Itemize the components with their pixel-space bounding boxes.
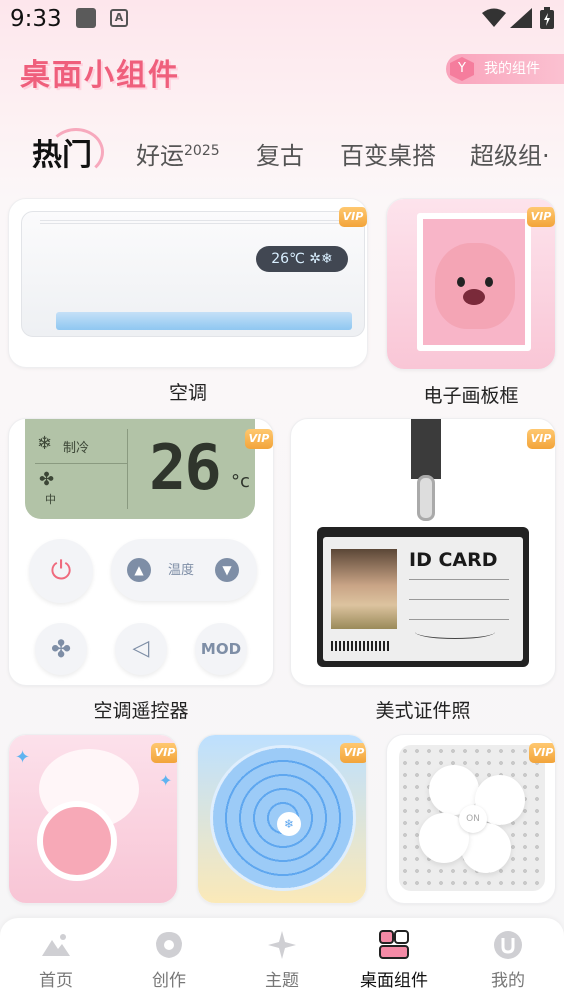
nav-item-widgets[interactable]: 桌面组件 xyxy=(344,928,444,991)
flower-icon xyxy=(156,932,182,958)
snowflake-icon: ❄ xyxy=(37,433,53,454)
tab-super-widgets[interactable]: 超级组· xyxy=(470,136,550,171)
tab-good-luck-label: 好运 xyxy=(136,142,184,170)
wifi-icon xyxy=(482,8,506,27)
lcd-divider xyxy=(127,429,128,509)
tab-desk-setup[interactable]: 百变桌搭 xyxy=(340,136,436,171)
ac-vent xyxy=(56,312,352,330)
temp-up-button[interactable]: ▲ xyxy=(127,558,151,582)
sparkle-icon: ✦ xyxy=(159,771,173,790)
widget-card-blue-fan[interactable]: ❄ VIP xyxy=(197,734,367,904)
id-field-line xyxy=(409,579,509,580)
battery-icon xyxy=(540,7,554,29)
temperature-control: ▲ 温度 ▼ xyxy=(111,539,257,601)
notification-a-icon: A xyxy=(110,9,128,27)
lanyard xyxy=(411,419,441,479)
bunny-fan-image xyxy=(37,801,117,881)
remote-fan-label: 中 xyxy=(45,493,56,506)
mountain-icon xyxy=(42,934,70,956)
fan-on-button-icon: ON xyxy=(459,805,487,833)
tab-retro[interactable]: 复古 xyxy=(256,136,304,171)
temperature-label: 温度 xyxy=(168,563,195,578)
notification-square-icon xyxy=(76,8,96,28)
id-card-holder: ID CARD xyxy=(317,527,529,667)
id-portrait-photo xyxy=(331,549,397,629)
power-button[interactable]: ⏻ xyxy=(29,539,93,603)
nav-item-create[interactable]: 创作 xyxy=(119,928,219,991)
remote-temperature: 26 xyxy=(149,431,222,504)
category-tabs: 热门 好运2025 复古 百变桌搭 超级组· xyxy=(0,126,564,176)
status-bar: 9:33 A xyxy=(0,0,564,38)
tab-good-luck-suffix: 2025 xyxy=(184,143,220,159)
ac-unit-lines xyxy=(40,220,340,224)
vip-badge: VIP xyxy=(527,429,555,449)
fan-hub-icon: ❄ xyxy=(277,812,301,836)
nav-label: 创作 xyxy=(152,971,186,991)
ac-display: 26℃ ✲❄ xyxy=(256,246,348,272)
beaver-nose xyxy=(463,289,485,305)
mode-button[interactable]: MOD xyxy=(195,623,247,675)
id-card: ID CARD xyxy=(323,537,523,661)
blue-fan-image: ❄ xyxy=(210,745,356,891)
nav-item-home[interactable]: 首页 xyxy=(6,928,106,991)
swing-button[interactable]: ◁ xyxy=(115,623,167,675)
hexagon-widget-icon: Y xyxy=(450,57,474,81)
nav-label: 首页 xyxy=(39,971,73,991)
vip-badge: VIP xyxy=(245,429,273,449)
vip-badge: VIP xyxy=(339,207,367,227)
widget-card-photo-frame[interactable]: VIP xyxy=(386,198,556,370)
widget-card-id-photo[interactable]: ID CARD VIP xyxy=(290,418,556,686)
beaver-eye-right xyxy=(485,277,493,287)
vip-badge: VIP xyxy=(527,207,555,227)
ac-unit-image: 26℃ ✲❄ xyxy=(21,211,365,337)
vip-badge: VIP xyxy=(151,743,177,763)
remote-lcd-screen: ❄ 制冷 ✤ 中 26 °c xyxy=(25,419,255,519)
profile-icon xyxy=(494,931,522,959)
photo-frame-image xyxy=(417,213,531,351)
white-fan-image: ON xyxy=(399,745,545,891)
id-card-title: ID CARD xyxy=(409,549,498,571)
temp-down-button[interactable]: ▼ xyxy=(215,558,239,582)
nav-label: 我的 xyxy=(491,971,525,991)
widgets-icon xyxy=(379,930,409,959)
bottom-navigation: 首页 创作 主题 桌面组件 我的 xyxy=(0,918,564,1004)
status-time: 9:33 xyxy=(10,6,62,32)
widget-card-ac-remote[interactable]: ❄ 制冷 ✤ 中 26 °c ⏻ ▲ 温度 ▼ ✤ ◁ MOD VIP xyxy=(8,418,274,686)
vip-badge: VIP xyxy=(529,743,555,763)
beaver-character xyxy=(435,243,515,329)
nav-item-profile[interactable]: 我的 xyxy=(458,928,558,991)
widget-label-ac-remote: 空调遥控器 xyxy=(93,700,189,722)
signature-icon xyxy=(415,625,495,639)
fan-speed-button[interactable]: ✤ xyxy=(35,623,87,675)
lanyard-clip xyxy=(417,475,435,521)
nav-label: 桌面组件 xyxy=(360,971,428,991)
widget-card-white-fan[interactable]: ON VIP xyxy=(386,734,556,904)
nav-item-theme[interactable]: 主题 xyxy=(232,928,332,991)
vip-badge: VIP xyxy=(340,743,366,763)
id-field-line xyxy=(409,619,509,620)
app-title: 桌面小组件 xyxy=(20,58,180,93)
widget-label-ac: 空调 xyxy=(168,382,207,404)
beaver-eye-left xyxy=(457,277,465,287)
remote-temperature-unit: °c xyxy=(231,471,250,492)
tab-hot[interactable]: 热门 xyxy=(32,130,92,174)
my-widgets-label: 我的组件 xyxy=(484,61,540,77)
fan-small-icon: ✤ xyxy=(39,469,55,490)
remote-mode-label: 制冷 xyxy=(63,441,90,456)
widget-label-photo-frame: 电子画板框 xyxy=(423,385,519,407)
sparkle-icon: ✦ xyxy=(15,747,31,768)
widget-label-id-photo: 美式证件照 xyxy=(375,700,471,722)
widget-card-ac[interactable]: 26℃ ✲❄ VIP xyxy=(8,198,368,368)
nav-label: 主题 xyxy=(265,971,299,991)
my-widgets-button[interactable]: Y 我的组件 xyxy=(446,54,564,84)
id-field-line xyxy=(409,599,509,600)
signal-icon xyxy=(510,8,532,28)
tab-good-luck[interactable]: 好运2025 xyxy=(136,136,220,171)
lcd-divider xyxy=(35,463,127,464)
sparkle-icon xyxy=(268,931,296,959)
widget-card-bunny-fan[interactable]: ✦ ✦ VIP xyxy=(8,734,178,904)
barcode-icon xyxy=(331,641,391,651)
